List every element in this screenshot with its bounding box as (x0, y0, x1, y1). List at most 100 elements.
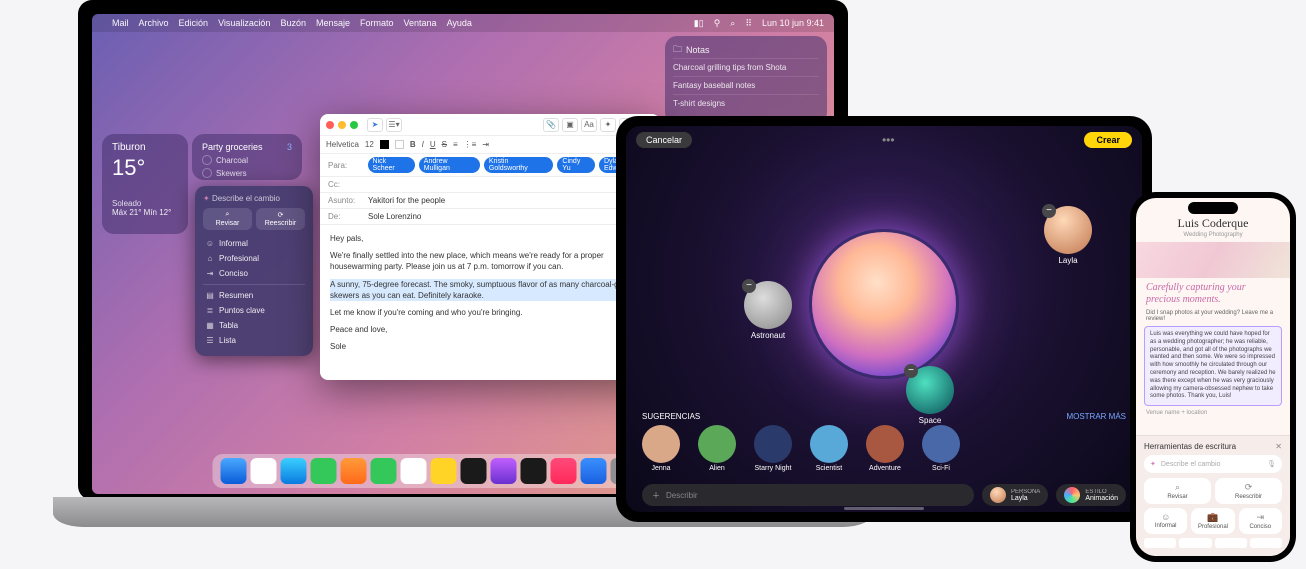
menu-edit[interactable]: Edición (179, 18, 209, 28)
wt-review-button[interactable]: ⌕Revisar (203, 208, 252, 230)
review-textarea[interactable]: Luis was everything we could have hoped … (1144, 326, 1282, 406)
suggestion-item[interactable]: Adventure (866, 425, 904, 472)
preview-avatar[interactable] (809, 229, 959, 379)
persona-pill[interactable]: PERSONA Layla (982, 484, 1048, 506)
dock-reminders[interactable] (461, 458, 487, 484)
note-row[interactable]: T-shirt designs (673, 94, 819, 112)
recipient-pill[interactable]: Kristin Goldsworthy (484, 157, 554, 173)
reminder-item[interactable]: Skewers (202, 168, 292, 178)
font-size-picker[interactable]: 12 (365, 140, 374, 149)
search-icon[interactable]: ⌕ (730, 18, 735, 29)
window-zoom-button[interactable] (350, 121, 358, 129)
wt-conciso-option[interactable]: ⇥Conciso (203, 266, 305, 281)
wt-profesional-button[interactable]: 💼Profesional (1191, 508, 1234, 534)
more-icon[interactable]: ••• (882, 133, 895, 147)
compose-body[interactable]: Hey pals, We're finally settled into the… (320, 225, 660, 380)
wt-conciso-button[interactable]: ⇥Conciso (1239, 508, 1282, 534)
suggestion-item[interactable]: Jenna (642, 425, 680, 472)
window-minimize-button[interactable] (338, 121, 346, 129)
font-picker[interactable]: Helvetica (326, 140, 359, 149)
dock-calendar[interactable] (401, 458, 427, 484)
wt-informal-option[interactable]: ☺Informal (203, 236, 305, 251)
menu-mailbox[interactable]: Buzón (280, 18, 306, 28)
menu-help[interactable]: Ayuda (447, 18, 472, 28)
describe-input[interactable]: ＋ Describir (642, 484, 974, 506)
recipient-pill[interactable]: Cindy Yu (557, 157, 595, 173)
wt-resumen-option[interactable]: ▤Resumen (203, 288, 305, 303)
suggestion-item[interactable]: Alien (698, 425, 736, 472)
menu-view[interactable]: Visualización (218, 18, 270, 28)
remove-icon[interactable]: − (904, 364, 918, 378)
wt-rewrite-button[interactable]: ⟳Reescribir (1215, 478, 1282, 504)
plus-icon[interactable]: ＋ (652, 490, 660, 501)
wt-puntos-option[interactable]: ≣Puntos clave (203, 303, 305, 318)
cc-field[interactable]: Cc: (320, 177, 660, 193)
wt-review-button[interactable]: ⌕Revisar (1144, 478, 1211, 504)
dock-appstore[interactable] (581, 458, 607, 484)
menu-window[interactable]: Ventana (404, 18, 437, 28)
suggestion-item[interactable]: Starry Night (754, 425, 792, 472)
underline-button[interactable]: U (430, 140, 436, 149)
menubar-clock[interactable]: Lun 10 jun 9:41 (762, 18, 824, 28)
wt-describe-input[interactable]: ✦ Describe el cambio 🎙 (1144, 455, 1282, 473)
battery-icon[interactable]: ▮▯ (694, 18, 704, 29)
tag-astronaut[interactable]: − Astronaut (744, 281, 792, 340)
dock-photos[interactable] (341, 458, 367, 484)
format-button[interactable]: Aa (581, 118, 597, 132)
control-center-icon[interactable]: ⠿ (745, 18, 752, 29)
photo-button[interactable]: ▣ (562, 118, 578, 132)
italic-button[interactable]: I (422, 140, 424, 149)
dock-messages[interactable] (311, 458, 337, 484)
suggestion-item[interactable]: Sci-Fi (922, 425, 960, 472)
dock-mail[interactable] (281, 458, 307, 484)
style-pill[interactable]: ESTILO Animación (1056, 484, 1126, 506)
tag-layla[interactable]: − Layla (1044, 206, 1092, 265)
dock-podcasts[interactable] (491, 458, 517, 484)
wt-rewrite-button[interactable]: ⟳Reescribir (256, 208, 305, 230)
window-close-button[interactable] (326, 121, 334, 129)
home-indicator[interactable] (844, 507, 924, 510)
venue-field[interactable]: Venue name + location (1136, 408, 1290, 418)
bold-button[interactable]: B (410, 140, 416, 149)
recipient-pill[interactable]: Andrew Mulligan (419, 157, 480, 173)
dock-notes[interactable] (431, 458, 457, 484)
dock-facetime[interactable] (371, 458, 397, 484)
reminder-item[interactable]: Charcoal (202, 155, 292, 165)
create-button[interactable]: Crear (1084, 132, 1132, 148)
text-color-button[interactable] (380, 140, 389, 149)
list-button[interactable]: ⋮≡ (464, 140, 477, 149)
dock-safari[interactable] (251, 458, 277, 484)
remove-icon[interactable]: − (1042, 204, 1056, 218)
reminders-widget[interactable]: Party groceries 3 Charcoal Skewers (192, 134, 302, 180)
header-fields-button[interactable]: ☰▾ (386, 118, 402, 132)
cancel-button[interactable]: Cancelar (636, 132, 692, 148)
from-field[interactable]: De:Sole Lorenzino (320, 209, 660, 225)
to-field[interactable]: Para: Nick Scheer Andrew Mulligan Kristi… (320, 154, 660, 177)
wt-informal-button[interactable]: ☺Informal (1144, 508, 1187, 534)
attach-button[interactable]: 📎 (543, 118, 559, 132)
strike-button[interactable]: S (442, 140, 447, 149)
align-button[interactable]: ≡ (453, 140, 458, 149)
recipient-pill[interactable]: Nick Scheer (368, 157, 415, 173)
remove-icon[interactable]: − (742, 279, 756, 293)
wt-profesional-option[interactable]: ⌂Profesional (203, 251, 305, 266)
mic-icon[interactable]: 🎙 (1267, 460, 1276, 468)
close-icon[interactable]: ✕ (1275, 442, 1282, 451)
menu-file[interactable]: Archivo (139, 18, 169, 28)
show-more-link[interactable]: MOSTRAR MÁS (1066, 412, 1126, 421)
note-row[interactable]: Fantasy baseball notes (673, 76, 819, 94)
ai-button[interactable]: ✦ (600, 118, 616, 132)
subject-field[interactable]: Asunto:Yakitori for the people (320, 193, 660, 209)
note-row[interactable]: Charcoal grilling tips from Shota (673, 58, 819, 76)
notes-widget[interactable]: 🗀Notas Charcoal grilling tips from Shota… (665, 36, 827, 124)
bg-color-button[interactable] (395, 140, 404, 149)
indent-button[interactable]: ⇥ (482, 140, 489, 149)
dock-finder[interactable] (221, 458, 247, 484)
menu-mail[interactable]: Mail (112, 18, 129, 28)
weather-widget[interactable]: Tiburon 15° Soleado Máx 21° Mín 12° (102, 134, 188, 234)
dock-music[interactable] (551, 458, 577, 484)
wt-lista-option[interactable]: ☰Lista (203, 333, 305, 348)
dock-tv[interactable] (521, 458, 547, 484)
send-button[interactable]: ➤ (367, 118, 383, 132)
suggestion-item[interactable]: Scientist (810, 425, 848, 472)
